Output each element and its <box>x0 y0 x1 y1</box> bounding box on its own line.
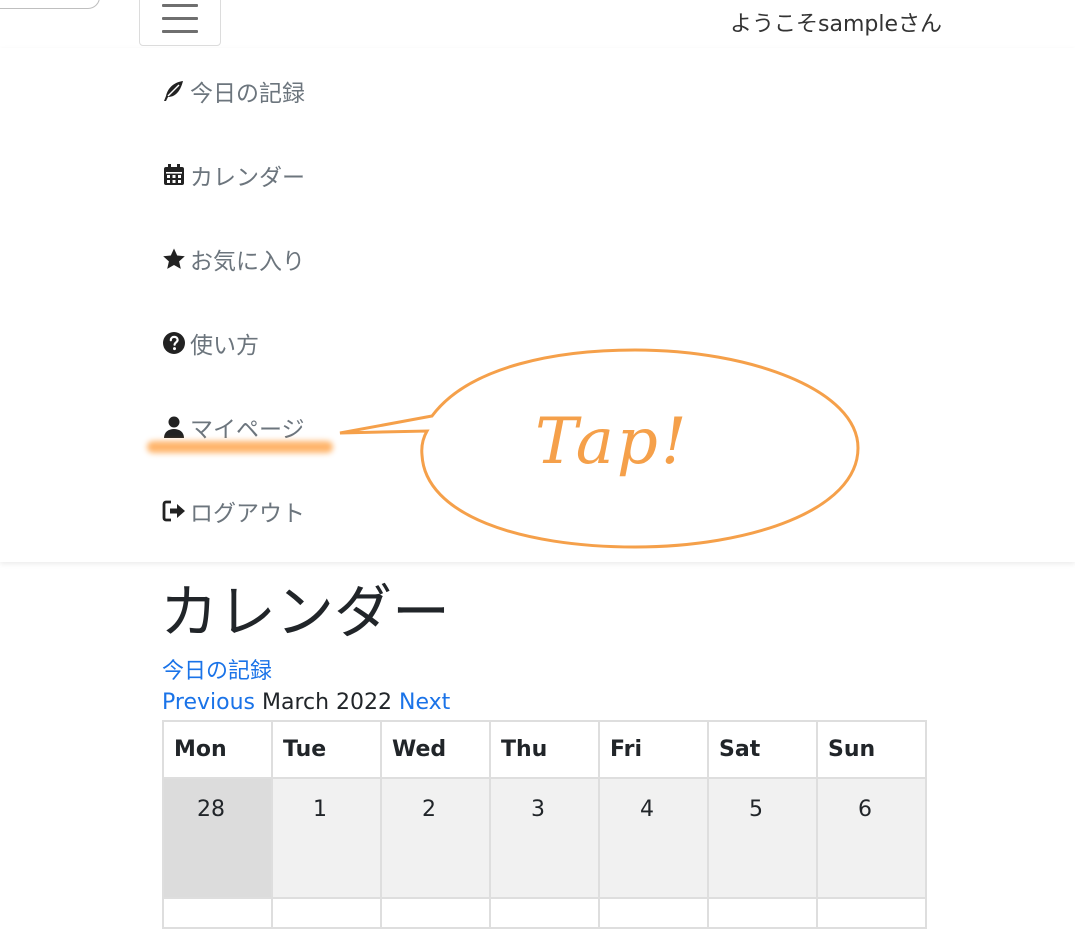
current-month-label: March 2022 <box>261 690 393 715</box>
today-record-link[interactable]: 今日の記録 <box>162 653 272 685</box>
calendar-day-cell[interactable]: 2 <box>380 777 491 899</box>
calendar-header-row: Mon Tue Wed Thu Fri Sat Sun <box>162 720 927 779</box>
calendar-day-cell[interactable] <box>271 897 382 929</box>
calendar-day-cell[interactable]: 28 <box>162 777 273 899</box>
nav-item-label: 使い方 <box>190 333 259 359</box>
question-circle-icon <box>163 332 185 354</box>
day-header-sat: Sat <box>707 720 818 779</box>
calendar-day-cell[interactable] <box>162 897 273 929</box>
nav-item-label: ログアウト <box>190 501 305 527</box>
next-month-link[interactable]: Next <box>399 690 450 715</box>
sign-out-icon <box>162 500 185 522</box>
nav-item-label: カレンダー <box>190 165 305 191</box>
page-title: カレンダー <box>160 578 451 646</box>
calendar-day-cell[interactable] <box>598 897 709 929</box>
feather-icon <box>164 81 183 101</box>
day-header-tue: Tue <box>271 720 382 779</box>
star-icon <box>163 248 185 269</box>
calendar-table: Mon Tue Wed Thu Fri Sat Sun 28 1 2 3 4 5… <box>162 720 927 929</box>
brand-logo[interactable] <box>0 0 100 9</box>
nav-item-label: マイページ <box>190 417 305 443</box>
calendar-week-row <box>162 897 927 929</box>
nav-item-how-to-use[interactable]: 使い方 <box>162 323 259 363</box>
day-header-sun: Sun <box>816 720 927 779</box>
calendar-day-cell[interactable]: 6 <box>816 777 927 899</box>
calendar-day-cell[interactable] <box>489 897 600 929</box>
user-icon <box>164 416 184 438</box>
tap-annotation: Tap! <box>535 405 690 479</box>
nav-item-favorites[interactable]: お気に入り <box>162 239 305 279</box>
calendar-day-cell[interactable] <box>707 897 818 929</box>
day-number: 1 <box>313 797 327 822</box>
highlight-mark <box>147 441 333 453</box>
nav-item-label: 今日の記録 <box>190 81 305 107</box>
calendar-day-cell[interactable]: 5 <box>707 777 818 899</box>
calendar-day-cell[interactable] <box>816 897 927 929</box>
nav-item-calendar[interactable]: カレンダー <box>162 155 305 195</box>
day-header-mon: Mon <box>162 720 273 779</box>
day-header-fri: Fri <box>598 720 709 779</box>
day-number: 6 <box>858 797 872 822</box>
calendar-day-cell[interactable]: 1 <box>271 777 382 899</box>
day-number: 3 <box>531 797 545 822</box>
menu-toggle-button[interactable] <box>139 0 221 46</box>
calendar-day-cell[interactable] <box>380 897 491 929</box>
month-navigation: Previous March 2022 Next <box>162 690 450 715</box>
day-number: 28 <box>197 797 225 822</box>
day-number: 4 <box>640 797 654 822</box>
calendar-week-row: 28 1 2 3 4 5 6 <box>162 777 927 899</box>
calendar-day-cell[interactable]: 3 <box>489 777 600 899</box>
day-header-thu: Thu <box>489 720 600 779</box>
day-number: 5 <box>749 797 763 822</box>
nav-item-label: お気に入り <box>190 249 305 275</box>
calendar-icon <box>164 164 184 185</box>
day-header-wed: Wed <box>380 720 491 779</box>
nav-item-today-record[interactable]: 今日の記録 <box>162 71 305 111</box>
calendar-day-cell[interactable]: 4 <box>598 777 709 899</box>
day-number: 2 <box>422 797 436 822</box>
welcome-text: ようこそsampleさん <box>730 12 942 37</box>
nav-item-logout[interactable]: ログアウト <box>162 491 305 531</box>
previous-month-link[interactable]: Previous <box>162 690 255 715</box>
